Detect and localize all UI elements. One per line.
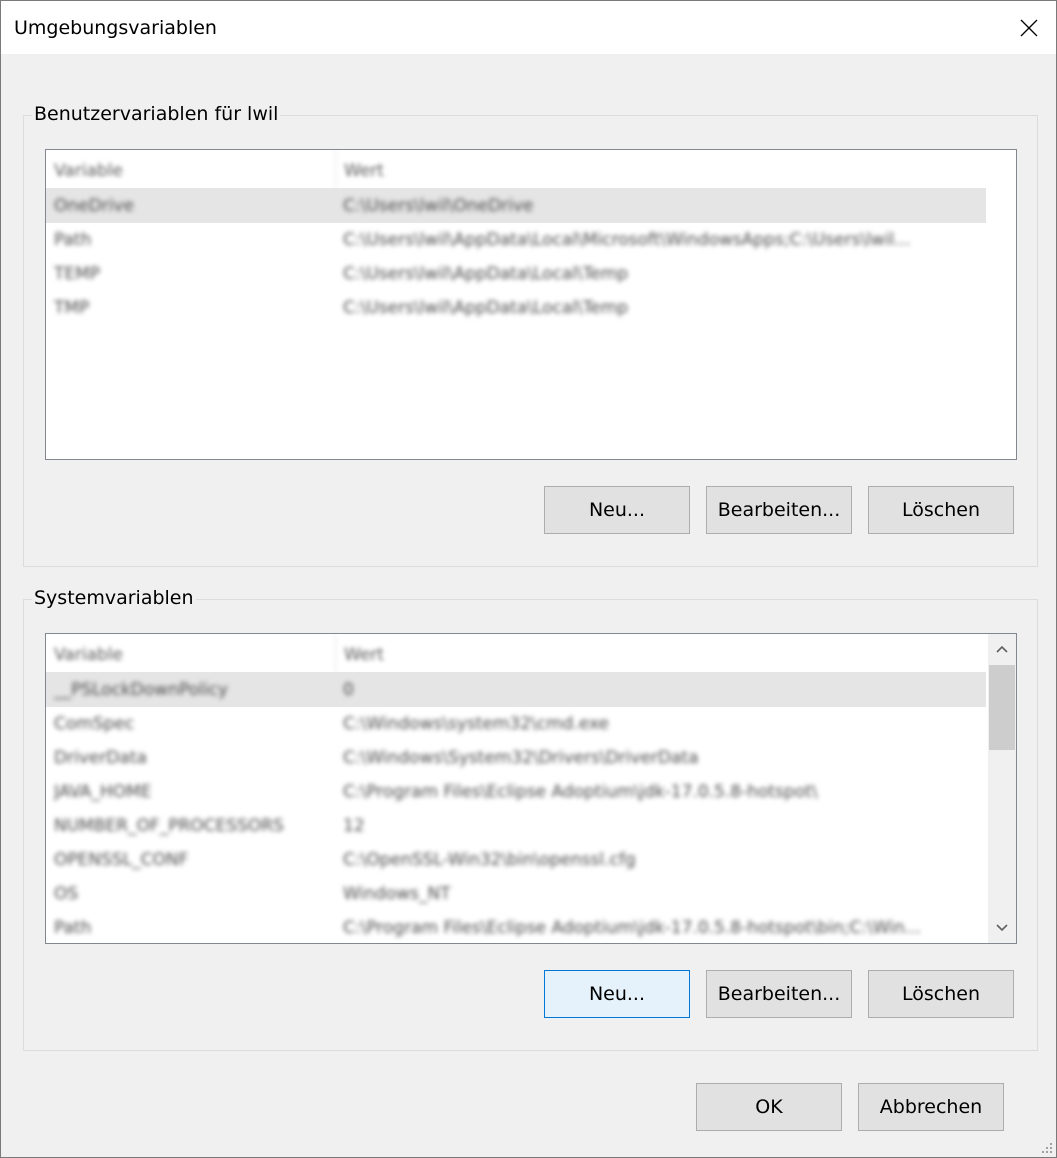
system-new-button[interactable]: Neu...	[544, 970, 690, 1018]
system-list-header: Variable Wert	[46, 634, 986, 673]
row-variable-name: TMP	[54, 298, 90, 318]
row-variable-name: ComSpec	[54, 714, 135, 734]
row-variable-value: Windows_NT	[343, 884, 451, 904]
environment-variables-dialog: Umgebungsvariablen Benutzervariablen für…	[0, 0, 1057, 1158]
user-variables-list[interactable]: Variable Wert OneDrive C:\Users\lwil\One…	[45, 149, 1017, 460]
row-variable-name: NUMBER_OF_PROCESSORS	[54, 816, 284, 836]
row-variable-name: TEMP	[54, 264, 101, 284]
chevron-down-icon	[996, 924, 1008, 932]
row-variable-value: C:\Users\lwil\AppData\Local\Temp	[343, 264, 629, 284]
table-row[interactable]: OneDrive C:\Users\lwil\OneDrive	[46, 189, 986, 223]
row-variable-value: C:\Users\lwil\AppData\Local\Microsoft\Wi…	[343, 230, 911, 250]
column-header-variable[interactable]: Variable	[46, 634, 336, 672]
user-variables-group: Benutzervariablen für lwil Variable Wert…	[23, 102, 1038, 567]
window-title: Umgebungsvariablen	[14, 17, 217, 39]
table-row[interactable]: __PSLockDownPolicy 0	[46, 673, 986, 707]
system-variables-list[interactable]: Variable Wert __PSLockDownPolicy 0 ComSp…	[45, 633, 1017, 944]
cancel-button[interactable]: Abbrechen	[858, 1083, 1004, 1131]
row-variable-name: DriverData	[54, 748, 147, 768]
row-variable-name: Path	[54, 230, 92, 250]
ok-button[interactable]: OK	[696, 1083, 842, 1131]
table-row[interactable]: Path C:\Users\lwil\AppData\Local\Microso…	[46, 223, 986, 257]
row-variable-value: C:\Users\lwil\AppData\Local\Temp	[343, 298, 629, 318]
user-new-button[interactable]: Neu...	[544, 486, 690, 534]
row-variable-value: C:\Windows\System32\Drivers\DriverData	[343, 748, 699, 768]
system-variables-group: Systemvariablen Variable Wert __PSLockDo…	[23, 586, 1038, 1051]
row-variable-name: OneDrive	[54, 196, 134, 216]
table-row[interactable]: TEMP C:\Users\lwil\AppData\Local\Temp	[46, 257, 986, 291]
table-row[interactable]: TMP C:\Users\lwil\AppData\Local\Temp	[46, 291, 986, 325]
table-row[interactable]: ComSpec C:\Windows\system32\cmd.exe	[46, 707, 986, 741]
system-delete-button[interactable]: Löschen	[868, 970, 1014, 1018]
row-variable-value: C:\Program Files\Eclipse Adoptium\jdk-17…	[343, 782, 818, 802]
row-variable-value: 0	[343, 680, 354, 700]
table-row[interactable]: NUMBER_OF_PROCESSORS 12	[46, 809, 986, 843]
title-bar: Umgebungsvariablen	[1, 1, 1056, 54]
system-variables-group-label: Systemvariablen	[32, 586, 196, 610]
chevron-up-icon	[996, 645, 1008, 653]
row-variable-value: C:\Users\lwil\OneDrive	[343, 196, 534, 216]
scrollbar-thumb[interactable]	[989, 665, 1015, 750]
user-variables-group-label: Benutzervariablen für lwil	[32, 102, 281, 126]
scroll-down-button[interactable]	[988, 913, 1016, 943]
row-variable-name: OPENSSL_CONF	[54, 850, 189, 870]
row-variable-value: C:\Windows\system32\cmd.exe	[343, 714, 610, 734]
close-icon	[1020, 19, 1038, 36]
table-row[interactable]: OS Windows_NT	[46, 877, 986, 911]
resize-grip-icon[interactable]	[1040, 1141, 1054, 1155]
scroll-up-button[interactable]	[988, 634, 1016, 664]
user-edit-button[interactable]: Bearbeiten...	[706, 486, 852, 534]
column-header-value[interactable]: Wert	[336, 634, 986, 672]
row-variable-value: 12	[343, 816, 365, 836]
row-variable-value: C:\Program Files\Eclipse Adoptium\jdk-17…	[343, 918, 921, 938]
row-variable-name: JAVA_HOME	[54, 782, 152, 802]
row-variable-name: Path	[54, 918, 92, 938]
row-variable-name: __PSLockDownPolicy	[54, 680, 228, 700]
row-variable-name: OS	[54, 884, 79, 904]
row-variable-value: C:\OpenSSL-Win32\bin\openssl.cfg	[343, 850, 636, 870]
table-row[interactable]: JAVA_HOME C:\Program Files\Eclipse Adopt…	[46, 775, 986, 809]
vertical-scrollbar[interactable]	[988, 634, 1016, 943]
close-button[interactable]	[1002, 1, 1056, 54]
system-edit-button[interactable]: Bearbeiten...	[706, 970, 852, 1018]
table-row[interactable]: OPENSSL_CONF C:\OpenSSL-Win32\bin\openss…	[46, 843, 986, 877]
table-row[interactable]: DriverData C:\Windows\System32\Drivers\D…	[46, 741, 986, 775]
column-header-variable[interactable]: Variable	[46, 150, 336, 188]
column-header-value[interactable]: Wert	[336, 150, 986, 188]
user-delete-button[interactable]: Löschen	[868, 486, 1014, 534]
table-row[interactable]: Path C:\Program Files\Eclipse Adoptium\j…	[46, 911, 986, 943]
user-list-header: Variable Wert	[46, 150, 986, 189]
